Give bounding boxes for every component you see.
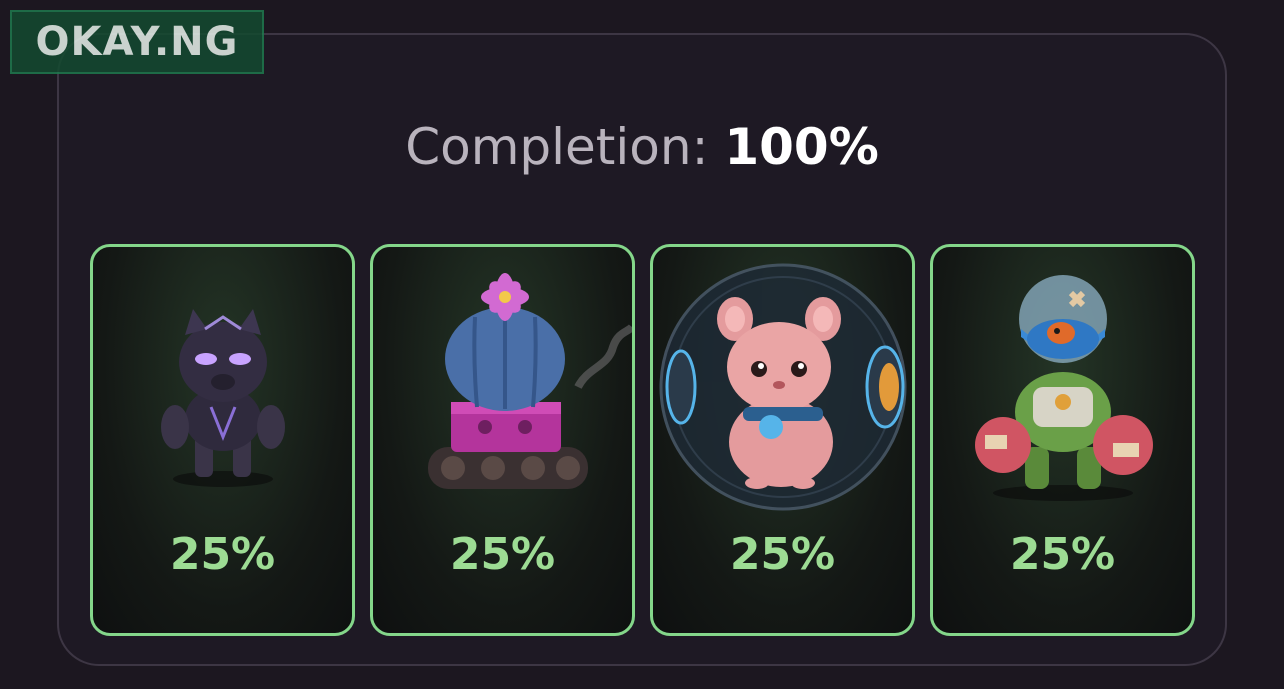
completion-label: Completion: [405, 118, 709, 176]
card-percent: 25% [729, 529, 836, 580]
card-hamster-ball[interactable]: 25% [650, 244, 915, 636]
card-cactus-tank[interactable]: 25% [370, 244, 635, 636]
card-fishbowl-robot[interactable]: 25% [930, 244, 1195, 636]
okay-ng-watermark: OKAY.NG [10, 10, 264, 74]
card-percent: 25% [449, 529, 556, 580]
panther-image [161, 309, 285, 487]
hamster-ball-image [659, 263, 907, 511]
card-percent: 25% [169, 529, 276, 580]
completion-title: Completion: 100% [0, 118, 1284, 176]
cactus-tank-image [428, 273, 632, 489]
card-percent: 25% [1009, 529, 1116, 580]
completion-value: 100% [724, 118, 879, 176]
fishbowl-robot-image [975, 275, 1153, 501]
card-panther[interactable]: 25% [90, 244, 355, 636]
